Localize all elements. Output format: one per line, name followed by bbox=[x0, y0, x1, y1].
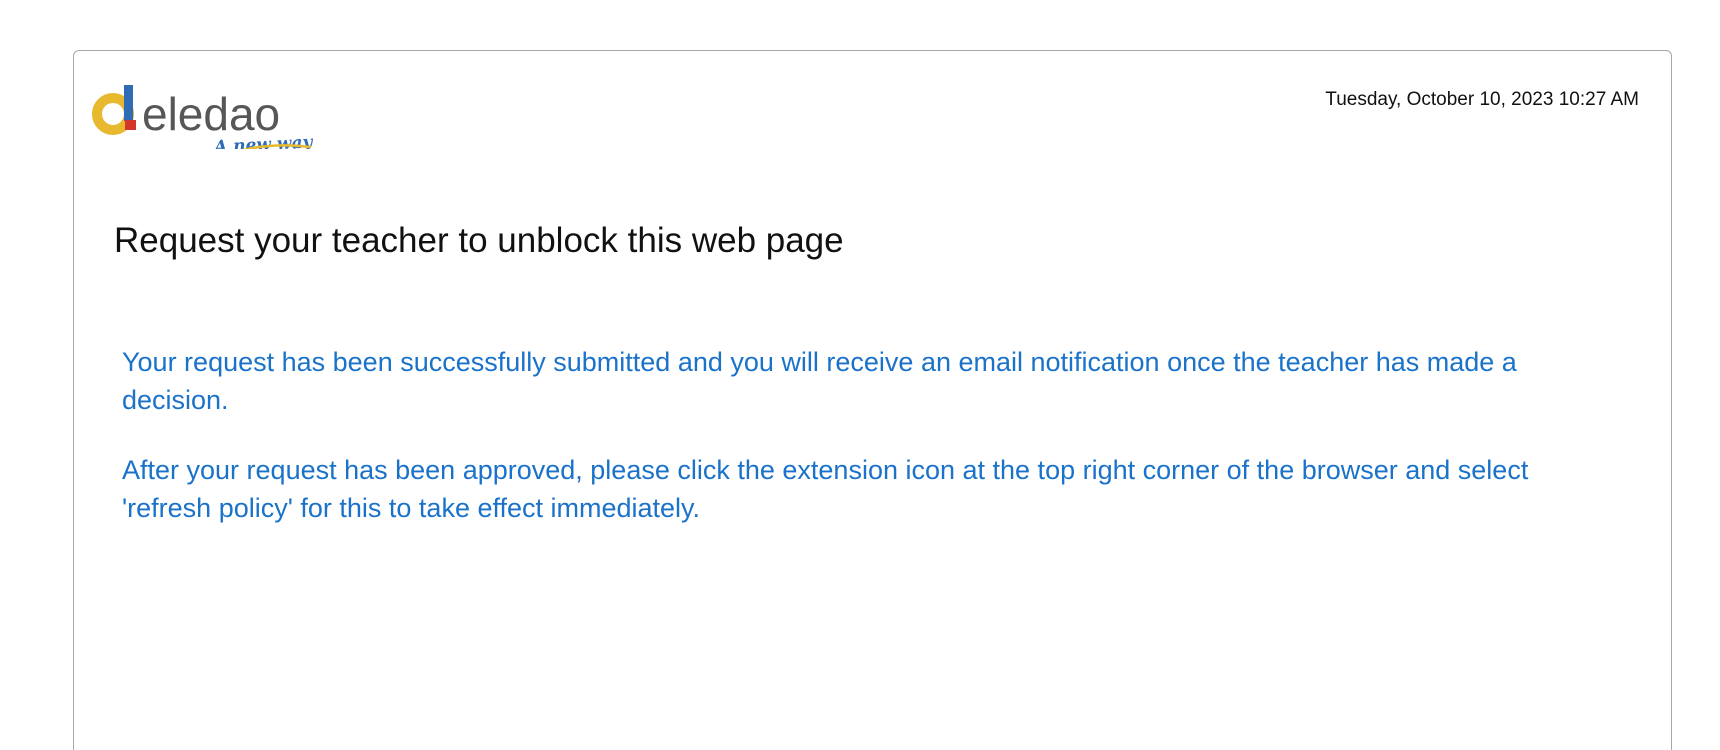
submission-confirmation-message: Your request has been successfully submi… bbox=[122, 347, 1517, 415]
refresh-policy-instruction-message: After your request has been approved, pl… bbox=[122, 455, 1529, 523]
eledao-logo: eledao A new way bbox=[92, 69, 327, 149]
logo-wordmark: eledao bbox=[142, 88, 280, 140]
eledao-logo-graphic: eledao A new way bbox=[92, 85, 314, 149]
page-title: Request your teacher to unblock this web… bbox=[114, 221, 844, 260]
content-card: eledao A new way Tuesday, October 10, 20… bbox=[73, 50, 1672, 750]
current-datetime: Tuesday, October 10, 2023 10:27 AM bbox=[1325, 89, 1639, 110]
logo-stem-shape bbox=[124, 85, 133, 121]
logo-dot-shape bbox=[125, 120, 136, 130]
